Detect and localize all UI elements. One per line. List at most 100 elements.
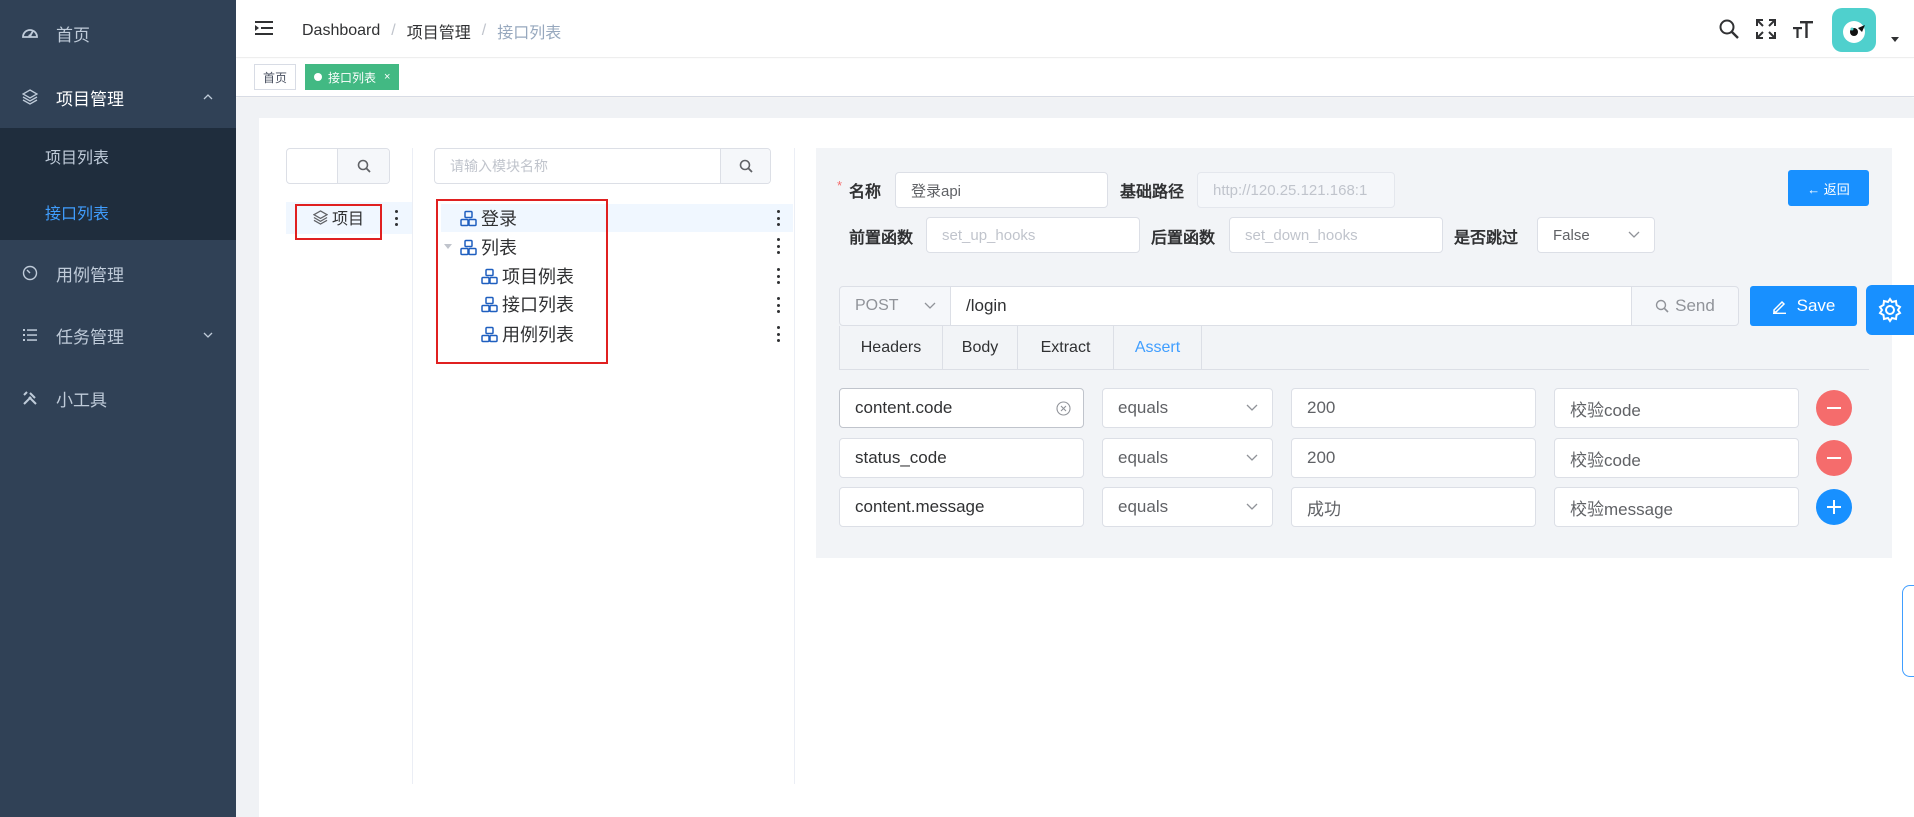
assert-desc-input[interactable]: 校验code	[1554, 438, 1799, 478]
required-mark: *	[837, 178, 843, 193]
plus-icon	[1827, 500, 1841, 514]
menu-label: 项目管理	[56, 89, 124, 109]
caret-down-icon[interactable]	[1890, 36, 1900, 44]
remove-assert-button[interactable]	[1816, 390, 1852, 426]
search-icon	[1655, 299, 1669, 313]
submenu-project-management: 项目列表 接口列表	[0, 128, 236, 240]
edit-icon	[1772, 299, 1787, 314]
send-button[interactable]: Send	[1631, 286, 1739, 326]
tools-icon	[22, 390, 38, 406]
tag-home[interactable]: 首页	[254, 64, 297, 90]
chevron-down-icon	[1246, 503, 1258, 511]
add-assert-button[interactable]	[1816, 489, 1852, 525]
breadcrumb-item[interactable]: Dashboard	[302, 22, 380, 40]
sidebar-item-project-list[interactable]: 项目列表	[0, 128, 236, 184]
request-tabs: Headers Body Extract Assert	[839, 326, 1869, 370]
sub-item-label: 项目列表	[45, 150, 110, 167]
more-icon[interactable]	[776, 268, 780, 284]
project-search-button[interactable]	[337, 149, 389, 183]
menu-item-home[interactable]: 首页	[0, 5, 236, 61]
teardown-label: 后置函数	[1151, 230, 1216, 247]
assert-field-input[interactable]: status_code	[839, 438, 1084, 478]
highlight-box	[436, 199, 608, 364]
navbar: Dashboard / 项目管理 / 接口列表	[236, 0, 1914, 58]
assert-field-input[interactable]: content.code	[839, 388, 1084, 428]
assert-desc-input[interactable]: 校验message	[1554, 487, 1799, 527]
chevron-down-icon	[1628, 231, 1640, 239]
name-label: 名称	[849, 184, 882, 201]
more-icon[interactable]	[776, 210, 780, 226]
more-icon[interactable]	[776, 326, 780, 342]
active-dot	[314, 73, 322, 81]
setup-hooks-input[interactable]: set_up_hooks	[926, 217, 1140, 253]
base-path-label: 基础路径	[1120, 184, 1185, 201]
assert-comparator-select[interactable]: equals	[1102, 388, 1273, 428]
more-icon[interactable]	[776, 238, 780, 254]
chevron-up-icon	[202, 91, 214, 103]
sidebar-item-api-list[interactable]: 接口列表	[0, 184, 236, 240]
chevron-down-icon	[924, 302, 936, 310]
menu-item-task-management[interactable]: 任务管理	[0, 307, 236, 363]
search-icon	[357, 159, 371, 173]
skip-label: 是否跳过	[1454, 230, 1519, 247]
breadcrumb-item[interactable]: 项目管理	[407, 19, 471, 43]
tab-body[interactable]: Body	[943, 326, 1018, 369]
menu-label: 用例管理	[56, 265, 124, 285]
name-input[interactable]: 登录api	[895, 172, 1108, 208]
assert-comparator-select[interactable]: equals	[1102, 487, 1273, 527]
module-search-input[interactable]: 请输入模块名称	[434, 148, 771, 184]
clear-icon[interactable]	[1056, 401, 1071, 416]
divider	[412, 148, 413, 784]
gear-icon	[1877, 297, 1903, 323]
minus-icon	[1827, 407, 1841, 409]
tag-api-list[interactable]: 接口列表 ×	[305, 64, 400, 90]
menu-item-tools[interactable]: 小工具	[0, 370, 236, 426]
tab-extract[interactable]: Extract	[1018, 326, 1114, 369]
layers-icon	[22, 89, 38, 105]
breadcrumb-current: 接口列表	[497, 25, 562, 42]
assert-comparator-select[interactable]: equals	[1102, 438, 1273, 478]
gauge-icon	[22, 265, 38, 281]
breadcrumb: Dashboard / 项目管理 / 接口列表	[302, 19, 561, 43]
assert-expected-input[interactable]: 成功	[1291, 487, 1536, 527]
close-icon[interactable]: ×	[384, 71, 390, 83]
fullscreen-icon[interactable]	[1755, 18, 1777, 40]
menu-item-case-management[interactable]: 用例管理	[0, 245, 236, 301]
assert-field-input[interactable]: content.message	[839, 487, 1084, 527]
side-drawer-handle[interactable]	[1902, 585, 1914, 677]
assert-desc-input[interactable]: 校验code	[1554, 388, 1799, 428]
tab-assert[interactable]: Assert	[1114, 326, 1202, 369]
search-icon[interactable]	[1718, 18, 1740, 40]
dashboard-icon	[22, 25, 38, 41]
method-select[interactable]: POST	[839, 286, 951, 326]
url-input[interactable]: /login	[950, 286, 1632, 326]
skip-select[interactable]: False	[1537, 217, 1655, 253]
module-search-button[interactable]	[720, 149, 770, 183]
tags-view: 首页 接口列表 ×	[236, 59, 1914, 97]
font-size-icon[interactable]	[1792, 18, 1814, 40]
save-button[interactable]: Save	[1750, 286, 1857, 326]
divider	[794, 148, 795, 784]
settings-button[interactable]	[1866, 285, 1914, 335]
more-icon[interactable]	[776, 297, 780, 313]
menu-label: 首页	[56, 25, 90, 45]
hamburger-icon[interactable]	[254, 18, 274, 38]
search-icon	[739, 159, 753, 173]
assert-expected-input[interactable]: 200	[1291, 388, 1536, 428]
tab-headers[interactable]: Headers	[839, 326, 943, 369]
menu-label: 小工具	[56, 390, 107, 410]
sidebar: 首页 项目管理 项目列表 接口列表 用例管理 任务管理 小工具	[0, 0, 236, 817]
avatar[interactable]	[1832, 8, 1876, 52]
menu-label: 任务管理	[56, 327, 124, 347]
menu-item-project-management[interactable]: 项目管理	[0, 69, 236, 125]
chevron-down-icon	[202, 329, 214, 341]
assert-expected-input[interactable]: 200	[1291, 438, 1536, 478]
teardown-hooks-input[interactable]: set_down_hooks	[1229, 217, 1443, 253]
back-button[interactable]: ← 返回	[1788, 170, 1869, 206]
remove-assert-button[interactable]	[1816, 440, 1852, 476]
project-search-input[interactable]	[286, 148, 390, 184]
list-icon	[22, 327, 38, 343]
base-path-input[interactable]: http://120.25.121.168:1	[1197, 172, 1395, 208]
more-icon[interactable]	[394, 210, 398, 226]
minus-icon	[1827, 457, 1841, 459]
